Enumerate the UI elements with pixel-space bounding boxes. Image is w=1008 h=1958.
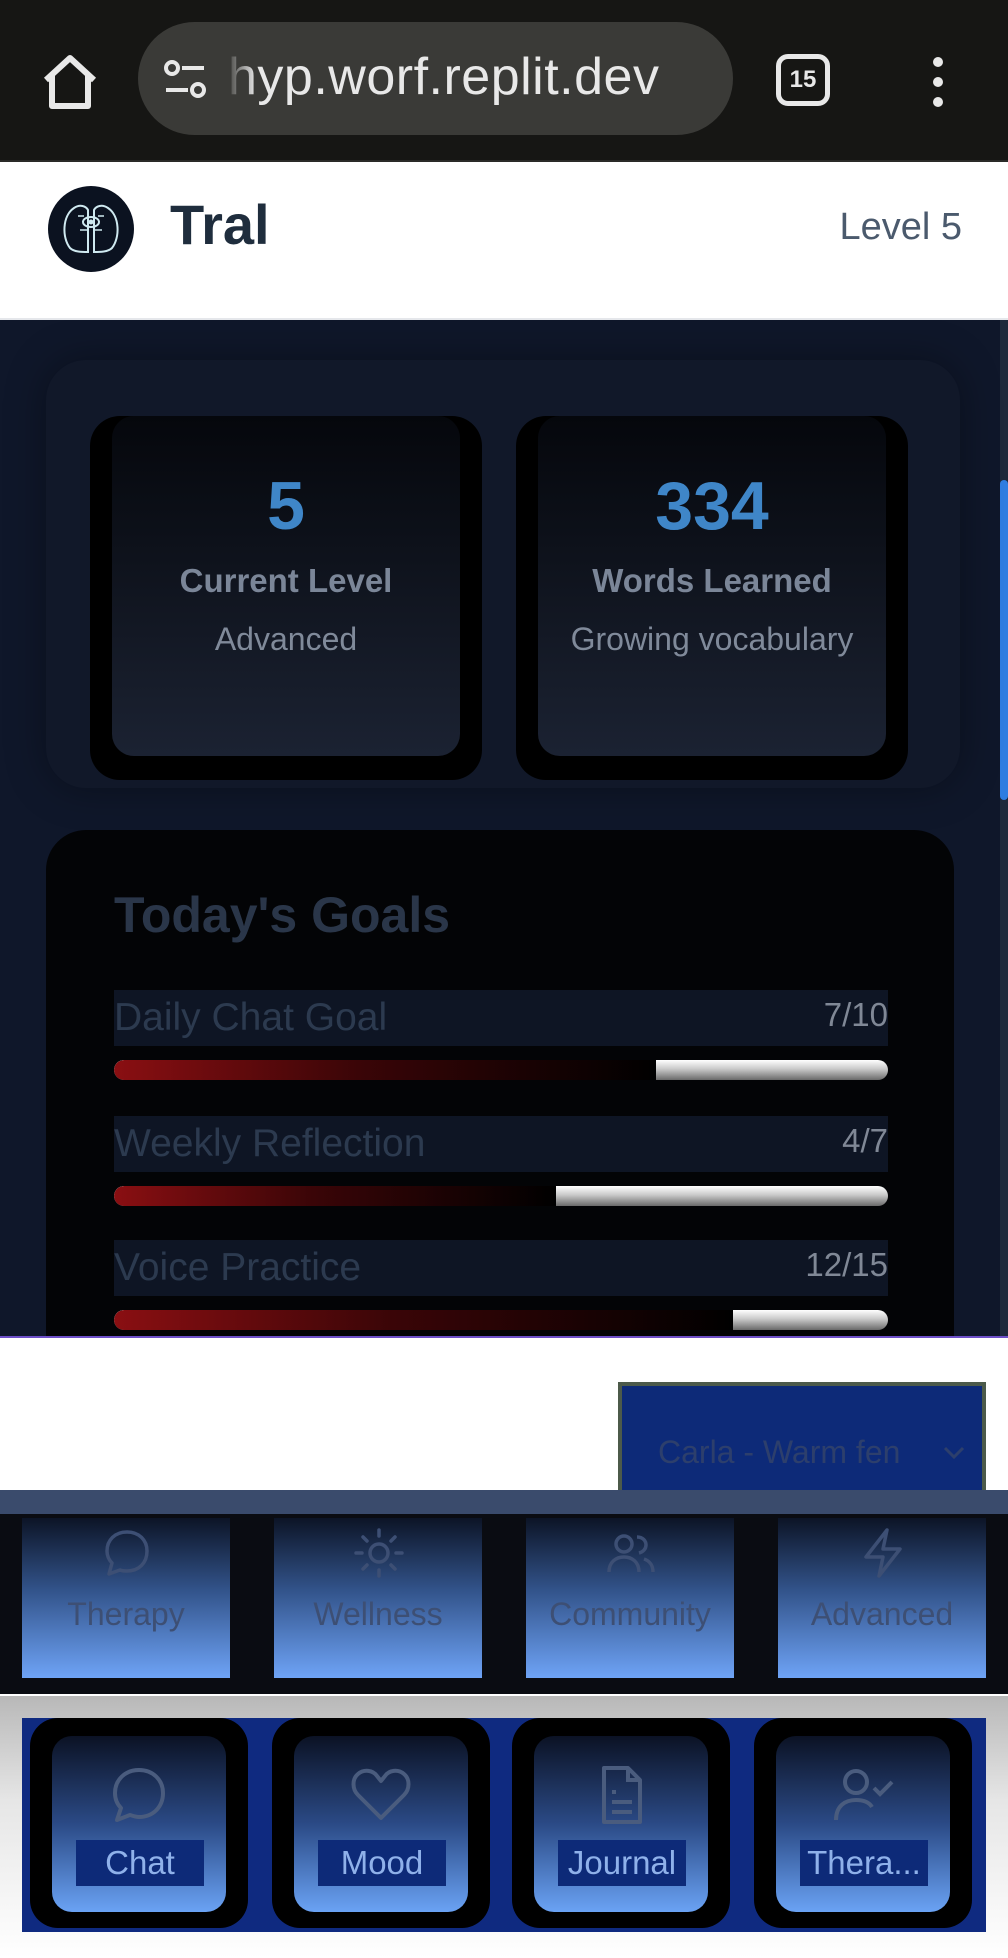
stat-label: Words Learned: [592, 562, 832, 599]
goal-progress-fill: [114, 1060, 656, 1080]
stat-card-body: 334 Words Learned Growing vocabulary: [538, 416, 886, 756]
chat-bubble-icon: [106, 1762, 172, 1828]
stat-subtitle: Growing vocabulary: [570, 621, 854, 657]
chevron-down-icon[interactable]: [940, 1438, 968, 1466]
bottom-nav-tile: Mood: [294, 1736, 468, 1912]
bottom-nav-label: Mood: [318, 1840, 446, 1886]
bottom-nav-chat[interactable]: Chat: [30, 1718, 248, 1928]
voice-select[interactable]: Carla - Warm fen: [618, 1382, 986, 1490]
bottom-nav-label: Journal: [558, 1840, 686, 1886]
goal-name: Voice Practice: [114, 1246, 362, 1289]
goal-name: Weekly Reflection: [114, 1122, 426, 1165]
document-icon: [588, 1762, 654, 1828]
bottom-nav-tile: Chat: [52, 1736, 226, 1912]
scrollbar-thumb[interactable]: [1000, 480, 1008, 800]
bottom-nav: Chat Mood Journal Thera...: [22, 1718, 986, 1932]
nav-item-label: Community: [549, 1596, 711, 1632]
goal-progress-bar: [114, 1060, 888, 1080]
goal-header: Voice Practice 12/15: [114, 1240, 888, 1296]
goal-header: Daily Chat Goal 7/10: [114, 990, 888, 1046]
bottom-nav-tile: Thera...: [776, 1736, 950, 1912]
scrollbar[interactable]: [1000, 320, 1008, 1336]
nav-item-label: Therapy: [67, 1596, 185, 1632]
url-fade: [226, 42, 256, 112]
tabs-icon[interactable]: 15: [776, 54, 830, 106]
stat-card-level: 5 Current Level Advanced: [90, 416, 482, 780]
stats-section: 5 Current Level Advanced 334 Words Learn…: [46, 360, 960, 788]
url-text[interactable]: hyp.worf.replit.dev: [228, 42, 718, 112]
goals-title: Today's Goals: [114, 887, 451, 943]
stat-subtitle: Advanced: [214, 621, 358, 657]
stat-card-body: 5 Current Level Advanced: [112, 416, 460, 756]
more-menu-icon[interactable]: [918, 52, 958, 112]
stat-value: 334: [655, 468, 769, 544]
nav-item-therapy[interactable]: Therapy: [22, 1518, 230, 1678]
browser-toolbar: hyp.worf.replit.dev 15: [0, 0, 1008, 162]
goal-header: Weekly Reflection 4/7: [114, 1116, 888, 1172]
goal-progress-fill: [114, 1186, 556, 1206]
app-header: Tral Level 5: [0, 162, 1008, 320]
nav-item-community[interactable]: Community: [526, 1518, 734, 1678]
bottom-nav-therapist[interactable]: Thera...: [754, 1718, 972, 1928]
nav-item-wellness[interactable]: Wellness: [274, 1518, 482, 1678]
address-bar[interactable]: hyp.worf.replit.dev: [138, 22, 733, 135]
bottom-area: Carla - Warm fen Therapy Wellness Commun…: [0, 1338, 1008, 1958]
goal-name: Daily Chat Goal: [114, 996, 388, 1039]
feature-nav-divider: [0, 1490, 1008, 1514]
site-settings-icon[interactable]: [160, 54, 210, 104]
heart-icon: [348, 1762, 414, 1828]
bottom-nav-mood[interactable]: Mood: [272, 1718, 490, 1928]
sun-icon: [352, 1526, 406, 1580]
home-icon[interactable]: [38, 50, 102, 114]
goal-count: 7/10: [823, 996, 888, 1033]
stat-label: Current Level: [179, 562, 393, 599]
goal-count: 12/15: [805, 1246, 888, 1283]
chat-bubble-icon: [100, 1526, 154, 1580]
goal-count: 4/7: [842, 1122, 888, 1159]
goal-progress-bar: [114, 1186, 888, 1206]
user-check-icon: [830, 1762, 896, 1828]
voice-select-value[interactable]: Carla - Warm fen: [658, 1434, 900, 1471]
nav-item-label: Advanced: [810, 1596, 954, 1632]
bottom-nav-label: Thera...: [800, 1840, 928, 1886]
app-logo: [48, 186, 134, 272]
goal-item: Voice Practice 12/15: [114, 1240, 888, 1330]
goal-item: Daily Chat Goal 7/10: [114, 990, 888, 1080]
app-title: Tral: [170, 193, 270, 256]
user-level: Level 5: [839, 206, 962, 248]
nav-item-advanced[interactable]: Advanced: [778, 1518, 986, 1678]
stat-value: 5: [267, 468, 305, 544]
bottom-nav-journal[interactable]: Journal: [512, 1718, 730, 1928]
goal-progress-fill: [114, 1310, 734, 1330]
bottom-nav-label: Chat: [76, 1840, 204, 1886]
dashboard-main: 5 Current Level Advanced 334 Words Learn…: [0, 320, 1008, 1338]
goal-item: Weekly Reflection 4/7: [114, 1116, 888, 1206]
lightning-icon: [856, 1526, 910, 1580]
users-icon: [604, 1526, 658, 1580]
nav-item-label: Wellness: [313, 1596, 443, 1632]
stat-card-words: 334 Words Learned Growing vocabulary: [516, 416, 908, 780]
goals-card: Today's Goals Daily Chat Goal 7/10 Weekl…: [46, 830, 954, 1336]
feature-nav: Therapy Wellness Community Advanced: [0, 1490, 1008, 1694]
bottom-nav-tile: Journal: [534, 1736, 708, 1912]
goal-progress-bar: [114, 1310, 888, 1330]
